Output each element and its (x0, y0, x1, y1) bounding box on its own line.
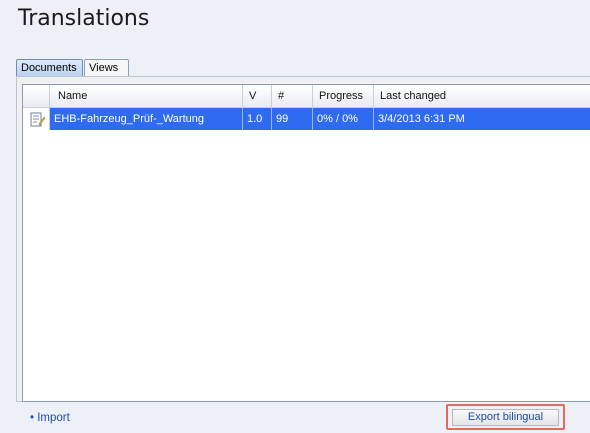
column-header-icon (23, 85, 50, 107)
document-edit-icon (30, 112, 45, 127)
column-header-progress[interactable]: Progress (313, 85, 374, 107)
row-name: EHB-Fahrzeug_Prüf-_Wartung (50, 108, 243, 130)
documents-table[interactable]: Name V # Progress Last changed EHB-Fahrz… (22, 84, 590, 402)
import-link[interactable]: • Import (30, 412, 70, 424)
page-title: Translations (18, 6, 150, 31)
column-header-version[interactable]: V (243, 85, 272, 107)
row-last-changed: 3/4/2013 6:31 PM (374, 108, 590, 130)
row-count: 99 (272, 108, 313, 130)
tab-views[interactable]: Views (84, 59, 129, 76)
row-icon-cell (23, 108, 50, 130)
column-header-last-changed[interactable]: Last changed (374, 85, 590, 107)
tab-documents[interactable]: Documents (16, 59, 83, 76)
column-header-name[interactable]: Name (50, 85, 243, 107)
column-header-count[interactable]: # (272, 85, 313, 107)
export-bilingual-button[interactable]: Export bilingual (452, 409, 559, 426)
export-highlight: Export bilingual (446, 404, 565, 430)
table-header: Name V # Progress Last changed (23, 85, 590, 108)
row-version: 1.0 (243, 108, 272, 130)
table-row[interactable]: EHB-Fahrzeug_Prüf-_Wartung 1.0 99 0% / 0… (23, 108, 590, 130)
row-progress: 0% / 0% (313, 108, 374, 130)
